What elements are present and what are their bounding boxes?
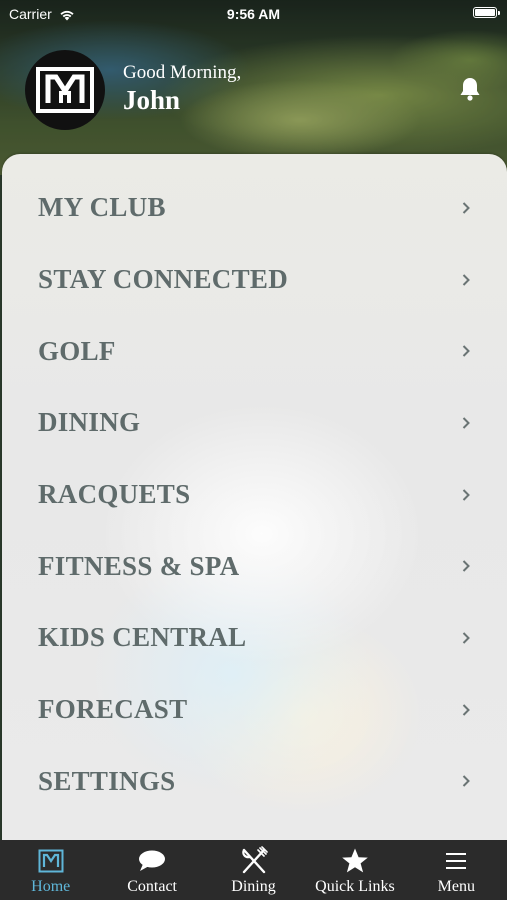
tab-label: Home xyxy=(31,878,71,895)
tab-dining[interactable]: Dining xyxy=(203,840,304,900)
main-menu: MY CLUB STAY CONNECTED GOLF DINING RACQU… xyxy=(2,172,507,817)
bell-icon xyxy=(460,78,480,101)
menu-item-label: MY CLUB xyxy=(38,192,166,223)
menu-item-label: STAY CONNECTED xyxy=(38,264,289,295)
menu-item-fitness-spa[interactable]: FITNESS & SPA xyxy=(2,530,507,602)
chevron-right-icon xyxy=(462,202,470,214)
menu-item-settings[interactable]: SETTINGS xyxy=(2,746,507,818)
chevron-right-icon xyxy=(462,417,470,429)
star-icon xyxy=(342,848,368,873)
tab-contact[interactable]: Contact xyxy=(101,840,202,900)
chevron-right-icon xyxy=(462,560,470,572)
menu-item-kids-central[interactable]: KIDS CENTRAL xyxy=(2,602,507,674)
fork-knife-icon xyxy=(241,846,268,874)
menu-item-stay-connected[interactable]: STAY CONNECTED xyxy=(2,244,507,316)
chevron-right-icon xyxy=(462,775,470,788)
tab-label: Quick Links xyxy=(315,878,395,895)
tab-label: Menu xyxy=(437,878,475,895)
menu-item-label: RACQUETS xyxy=(38,479,191,510)
status-bar: Carrier 9:56 AM xyxy=(0,0,507,28)
menu-item-forecast[interactable]: FORECAST xyxy=(2,674,507,746)
club-logo xyxy=(25,50,105,130)
tab-home[interactable]: Home xyxy=(0,840,101,900)
menu-item-my-club[interactable]: MY CLUB xyxy=(2,172,507,244)
tab-menu[interactable]: Menu xyxy=(406,840,507,900)
menu-item-racquets[interactable]: RACQUETS xyxy=(2,459,507,531)
user-name: John xyxy=(123,85,181,115)
menu-item-label: DINING xyxy=(38,407,141,438)
chevron-right-icon xyxy=(462,273,470,286)
hamburger-icon xyxy=(446,853,467,869)
battery-icon xyxy=(473,7,500,18)
chevron-right-icon xyxy=(462,703,470,716)
menu-item-label: FORECAST xyxy=(38,694,188,725)
greeting-block: Good Morning, John xyxy=(123,62,241,116)
club-logo-icon xyxy=(38,849,64,873)
menu-item-label: KIDS CENTRAL xyxy=(38,622,247,653)
chevron-right-icon xyxy=(462,345,470,357)
menu-item-label: GOLF xyxy=(38,335,116,366)
main-menu-card: MY CLUB STAY CONNECTED GOLF DINING RACQU… xyxy=(2,154,507,854)
club-logo-icon xyxy=(36,67,94,113)
chevron-right-icon xyxy=(462,632,470,644)
tab-label: Contact xyxy=(127,878,177,895)
clock: 9:56 AM xyxy=(226,6,281,22)
menu-item-dining[interactable]: DINING xyxy=(2,387,507,459)
bottom-tab-bar: Home Contact Dining Quick Links Menu xyxy=(0,840,507,900)
greeting-text: Good Morning, xyxy=(123,62,242,83)
menu-item-label: FITNESS & SPA xyxy=(38,550,240,581)
chevron-right-icon xyxy=(462,488,470,501)
tab-quick-links[interactable]: Quick Links xyxy=(304,840,405,900)
tab-label: Dining xyxy=(231,878,276,895)
chat-bubble-icon xyxy=(139,850,166,871)
menu-item-label: SETTINGS xyxy=(38,765,176,796)
menu-item-golf[interactable]: GOLF xyxy=(2,315,507,387)
notifications-button[interactable] xyxy=(458,76,482,107)
